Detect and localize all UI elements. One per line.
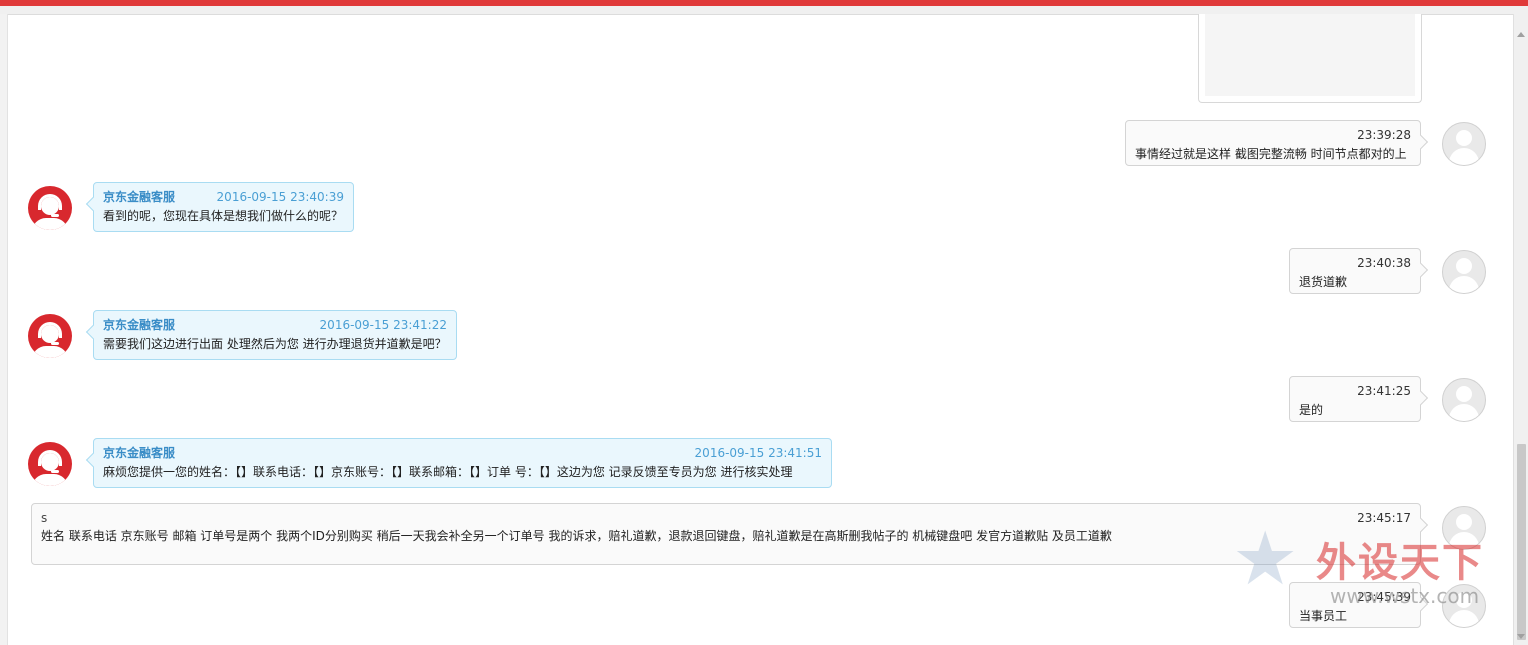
user-avatar-icon[interactable]: [1442, 378, 1486, 422]
message-bubble-user: 23:40:38 退货道歉: [1289, 248, 1421, 294]
scrollbar-thumb[interactable]: [1517, 444, 1526, 640]
message-bubble-user: 23:45:39 当事员工: [1289, 582, 1421, 628]
message-text: 是的: [1299, 403, 1324, 417]
message-text: 看到的呢，您现在具体是想我们做什么的呢？: [103, 209, 344, 223]
message-time: 23:45:39: [1357, 590, 1411, 604]
message-text: 退货道歉: [1299, 275, 1348, 289]
sender-name: 京东金融客服: [103, 190, 176, 204]
user-avatar-icon[interactable]: [1442, 250, 1486, 294]
agent-avatar-icon[interactable]: [28, 314, 72, 358]
message-time: 2016-09-15 23:41:22: [319, 318, 447, 332]
sender-name: s: [41, 511, 48, 525]
message-bubble-agent: 京东金融客服 2016-09-15 23:41:51 麻烦您提供一您的姓名：【】…: [93, 438, 832, 488]
message-time: 2016-09-15 23:41:51: [694, 446, 822, 460]
image-thumbnail: [1205, 14, 1415, 96]
vertical-scrollbar[interactable]: [1513, 14, 1528, 645]
message-time: 23:41:25: [1357, 384, 1411, 398]
message-bubble-user: s 23:45:17 姓名 联系电话 京东账号 邮箱 订单号是两个 我两个ID分…: [31, 503, 1421, 565]
scroll-down-arrow-icon[interactable]: [1517, 634, 1525, 639]
message-text: 姓名 联系电话 京东账号 邮箱 订单号是两个 我两个ID分别购买 稍后一天我会补…: [41, 529, 1112, 543]
message-text: 麻烦您提供一您的姓名：【】联系电话：【】京东账号：【】联系邮箱：【】订单 号：【…: [103, 465, 793, 479]
message-text: 事情经过就是这样 截图完整流畅 时间节点都对的上: [1135, 147, 1407, 161]
message-time: 23:40:38: [1357, 256, 1411, 270]
user-avatar-icon[interactable]: [1442, 584, 1486, 628]
user-avatar-icon[interactable]: [1442, 506, 1486, 550]
message-bubble-user: 23:39:28 事情经过就是这样 截图完整流畅 时间节点都对的上: [1125, 120, 1421, 166]
message-bubble-user: 23:41:25 是的: [1289, 376, 1421, 422]
message-time: 2016-09-15 23:40:39: [216, 190, 344, 204]
message-text: 需要我们这边进行出面 处理然后为您 进行办理退货并道歉是吧？: [103, 337, 447, 351]
user-avatar-icon[interactable]: [1442, 122, 1486, 166]
sender-name: 京东金融客服: [103, 446, 176, 460]
agent-avatar-icon[interactable]: [28, 186, 72, 230]
message-bubble-agent: 京东金融客服 2016-09-15 23:40:39 看到的呢，您现在具体是想我…: [93, 182, 354, 232]
agent-avatar-icon[interactable]: [28, 442, 72, 486]
message-bubble-agent: 京东金融客服 2016-09-15 23:41:22 需要我们这边进行出面 处理…: [93, 310, 457, 360]
message-time: 23:45:17: [1357, 511, 1411, 525]
left-edge: [0, 14, 8, 645]
message-text: 当事员工: [1299, 609, 1348, 623]
sender-name: 京东金融客服: [103, 318, 176, 332]
scroll-up-arrow-icon[interactable]: [1517, 32, 1525, 37]
image-message-preview[interactable]: [1198, 14, 1422, 103]
message-time: 23:39:28: [1357, 128, 1411, 142]
